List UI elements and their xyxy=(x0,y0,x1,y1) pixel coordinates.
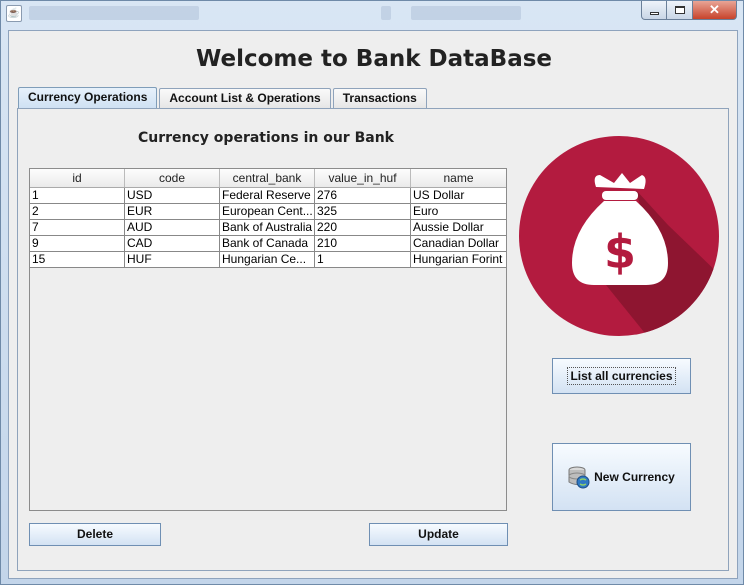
cell-name: Euro xyxy=(413,204,439,218)
list-all-currencies-button[interactable]: List all currencies xyxy=(552,358,691,394)
column-header-value-in-huf[interactable]: value_in_huf xyxy=(315,169,411,187)
cell-code: CAD xyxy=(125,236,220,251)
tab-transactions[interactable]: Transactions xyxy=(332,88,427,108)
cell-value-in-huf: 210 xyxy=(315,236,411,251)
new-currency-button[interactable]: New Currency xyxy=(552,443,691,511)
table-row[interactable]: 7 AUD Bank of Australia 220 Aussie Dolla… xyxy=(30,220,506,236)
cell-value-in-huf: 276 xyxy=(315,188,411,203)
table-row[interactable]: 1 USD Federal Reserve 276 US Dollar xyxy=(30,188,506,204)
cell-code: USD xyxy=(125,188,220,203)
cell-code: EUR xyxy=(125,204,220,219)
money-bag-icon: $ xyxy=(519,136,719,336)
cell-central-bank: Federal Reserve xyxy=(220,188,315,203)
cell-name: Hungarian Forint xyxy=(413,252,503,266)
cell-name: Canadian Dollar xyxy=(413,236,500,250)
tab-account-list[interactable]: Account List & Operations xyxy=(159,88,331,108)
content-pane: Welcome to Bank DataBase Currency Operat… xyxy=(8,30,738,579)
background-blur xyxy=(381,6,391,20)
page-title: Welcome to Bank DataBase xyxy=(195,46,553,72)
currency-table[interactable]: id code central_bank value_in_huf name 1… xyxy=(29,168,507,511)
table-header: id code central_bank value_in_huf name xyxy=(30,169,506,188)
table-row[interactable]: 9 CAD Bank of Canada 210 Canadian Dollar xyxy=(30,236,506,252)
currency-panel: Currency operations in our Bank id code … xyxy=(17,108,729,571)
column-header-name[interactable]: name xyxy=(411,169,506,187)
table-row[interactable]: 2 EUR European Cent... 325 Euro xyxy=(30,204,506,220)
cell-value-in-huf: 220 xyxy=(315,220,411,235)
list-all-currencies-label: List all currencies xyxy=(567,367,676,385)
column-header-code[interactable]: code xyxy=(125,169,220,187)
cell-central-bank: Bank of Canada xyxy=(220,236,315,251)
column-header-id[interactable]: id xyxy=(30,169,125,187)
dollar-sign: $ xyxy=(604,225,636,279)
cell-central-bank: Hungarian Ce... xyxy=(220,252,315,267)
cell-id: 2 xyxy=(30,204,125,219)
cell-id: 1 xyxy=(30,188,125,203)
tab-currency-operations[interactable]: Currency Operations xyxy=(18,87,158,108)
new-currency-label: New Currency xyxy=(594,469,675,484)
cell-value-in-huf: 325 xyxy=(315,204,411,219)
cell-name: Aussie Dollar xyxy=(413,220,484,234)
close-icon[interactable]: ✕ xyxy=(693,1,737,20)
minimize-icon[interactable] xyxy=(641,1,667,20)
title-bar[interactable]: ☕ ✕ xyxy=(1,1,743,27)
cell-code: AUD xyxy=(125,220,220,235)
cell-code: HUF xyxy=(125,252,220,267)
column-header-central-bank[interactable]: central_bank xyxy=(220,169,315,187)
cell-id: 7 xyxy=(30,220,125,235)
delete-button[interactable]: Delete xyxy=(29,523,161,546)
maximize-icon[interactable] xyxy=(667,1,693,20)
section-title: Currency operations in our Bank xyxy=(138,130,394,146)
update-button[interactable]: Update xyxy=(369,523,508,546)
cell-id: 9 xyxy=(30,236,125,251)
application-window: ☕ ✕ Welcome to Bank DataBase Currency Op… xyxy=(0,0,744,585)
background-blur xyxy=(411,6,521,20)
tab-bar: Currency Operations Account List & Opera… xyxy=(18,87,429,108)
cell-name: US Dollar xyxy=(413,188,465,202)
cell-id: 15 xyxy=(30,252,125,267)
table-row[interactable]: 15 HUF Hungarian Ce... 1 Hungarian Forin… xyxy=(30,252,506,268)
java-cup-icon[interactable]: ☕ xyxy=(6,5,22,22)
background-blur xyxy=(29,6,199,20)
database-icon xyxy=(568,466,590,489)
cell-central-bank: European Cent... xyxy=(220,204,315,219)
cell-value-in-huf: 1 xyxy=(315,252,411,267)
window-controls: ✕ xyxy=(641,1,737,20)
cell-central-bank: Bank of Australia xyxy=(220,220,315,235)
